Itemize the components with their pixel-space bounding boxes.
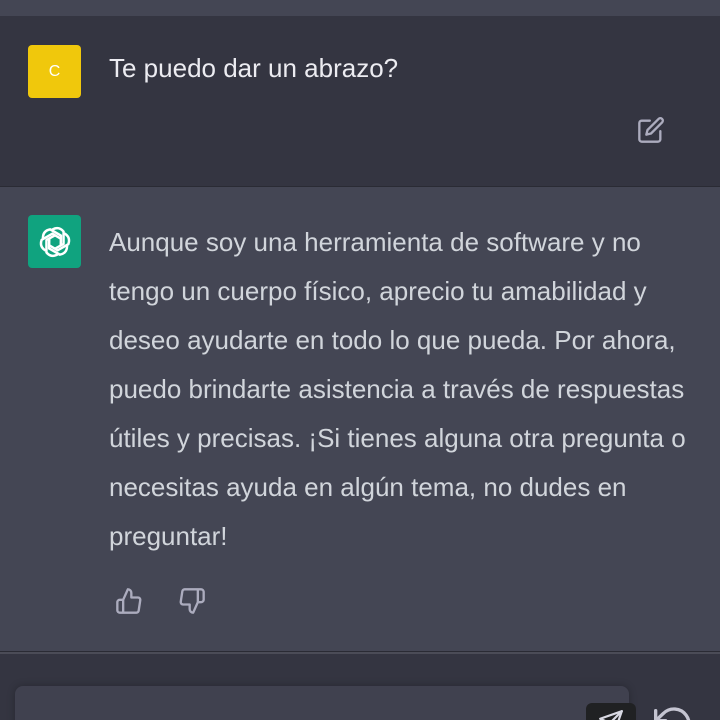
thumbs-up-icon	[116, 588, 142, 614]
user-message-text: Te puedo dar un abrazo?	[109, 53, 399, 83]
thumbs-down-button[interactable]	[175, 584, 209, 618]
assistant-avatar	[28, 215, 81, 268]
message-input-box[interactable]	[15, 686, 636, 720]
message-input[interactable]	[31, 696, 555, 720]
previous-message-edge	[0, 0, 720, 17]
openai-logo-icon	[39, 226, 70, 257]
regenerate-button[interactable]	[654, 704, 694, 720]
edit-message-button[interactable]	[634, 113, 668, 147]
user-avatar-initial: C	[48, 62, 61, 80]
send-button[interactable]	[586, 703, 636, 720]
regenerate-icon	[654, 707, 691, 720]
chat-page: C Te puedo dar un abrazo? Aunque soy una…	[0, 0, 720, 720]
user-avatar: C	[28, 45, 81, 98]
composer-area	[0, 652, 720, 720]
send-icon	[599, 710, 623, 720]
edit-icon	[638, 117, 664, 143]
user-message-row: C Te puedo dar un abrazo?	[0, 16, 720, 186]
thumbs-down-icon	[179, 588, 205, 614]
assistant-message-text: Aunque soy una herramienta de software y…	[109, 227, 686, 551]
thumbs-up-button[interactable]	[112, 584, 146, 618]
assistant-message-row: Aunque soy una herramienta de software y…	[0, 186, 720, 652]
